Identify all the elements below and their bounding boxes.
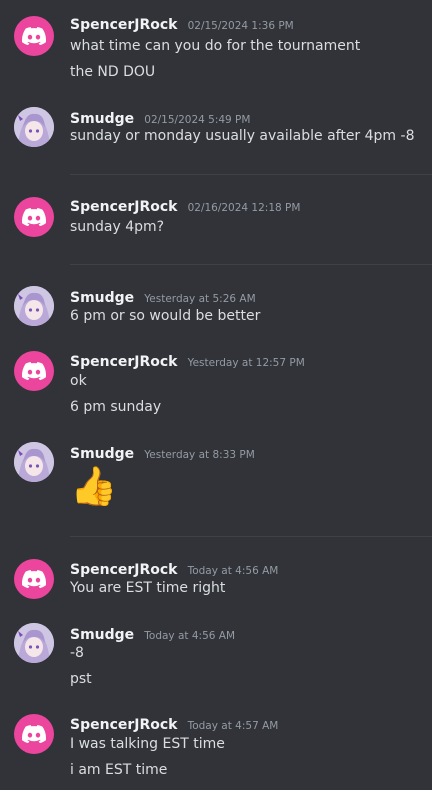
author-name[interactable]: Smudge [70, 446, 134, 462]
timestamp[interactable]: Today at 4:56 AM [188, 565, 279, 577]
thumbs-up-emoji: 👍 [70, 464, 118, 508]
timestamp[interactable]: 02/16/2024 12:18 PM [188, 202, 301, 214]
message-text: ok [70, 373, 87, 389]
author-name[interactable]: Smudge [70, 290, 134, 306]
timestamp[interactable]: 02/15/2024 1:36 PM [188, 20, 294, 32]
anime-avatar[interactable] [14, 442, 54, 482]
discord-logo-icon[interactable] [14, 197, 54, 237]
message-text: I was talking EST time [70, 736, 225, 752]
author-name[interactable]: SpencerJRock [70, 354, 177, 370]
divider [70, 174, 432, 175]
discord-logo-icon[interactable] [14, 559, 54, 599]
author-name[interactable]: SpencerJRock [70, 562, 177, 578]
author-name[interactable]: SpencerJRock [70, 17, 177, 33]
discord-logo-icon[interactable] [14, 16, 54, 56]
message-text: i am EST time [70, 762, 168, 778]
message-text: You are EST time right [70, 580, 226, 596]
author-name[interactable]: SpencerJRock [70, 717, 177, 733]
message-text: pst [70, 671, 92, 687]
author-name[interactable]: Smudge [70, 111, 134, 127]
message-text: sunday or monday usually available after… [70, 128, 415, 144]
timestamp[interactable]: Yesterday at 5:26 AM [144, 293, 255, 305]
discord-logo-icon[interactable] [14, 714, 54, 754]
message-text: 6 pm or so would be better [70, 308, 261, 324]
message-text: the ND DOU [70, 64, 156, 80]
timestamp[interactable]: Today at 4:57 AM [188, 720, 279, 732]
divider [70, 264, 432, 265]
anime-avatar[interactable] [14, 286, 54, 326]
timestamp[interactable]: Yesterday at 8:33 PM [144, 449, 255, 461]
anime-avatar[interactable] [14, 623, 54, 663]
author-name[interactable]: SpencerJRock [70, 199, 177, 215]
message-text: sunday 4pm? [70, 219, 165, 235]
message-text: -8 [70, 645, 84, 661]
author-name[interactable]: Smudge [70, 627, 134, 643]
timestamp[interactable]: 02/15/2024 5:49 PM [144, 114, 250, 126]
anime-avatar[interactable] [14, 107, 54, 147]
discord-logo-icon[interactable] [14, 351, 54, 391]
message-text: what time can you do for the tournament [70, 38, 361, 54]
timestamp[interactable]: Today at 4:56 AM [144, 630, 235, 642]
message-text: 6 pm sunday [70, 399, 162, 415]
timestamp[interactable]: Yesterday at 12:57 PM [188, 357, 305, 369]
divider [70, 536, 432, 537]
